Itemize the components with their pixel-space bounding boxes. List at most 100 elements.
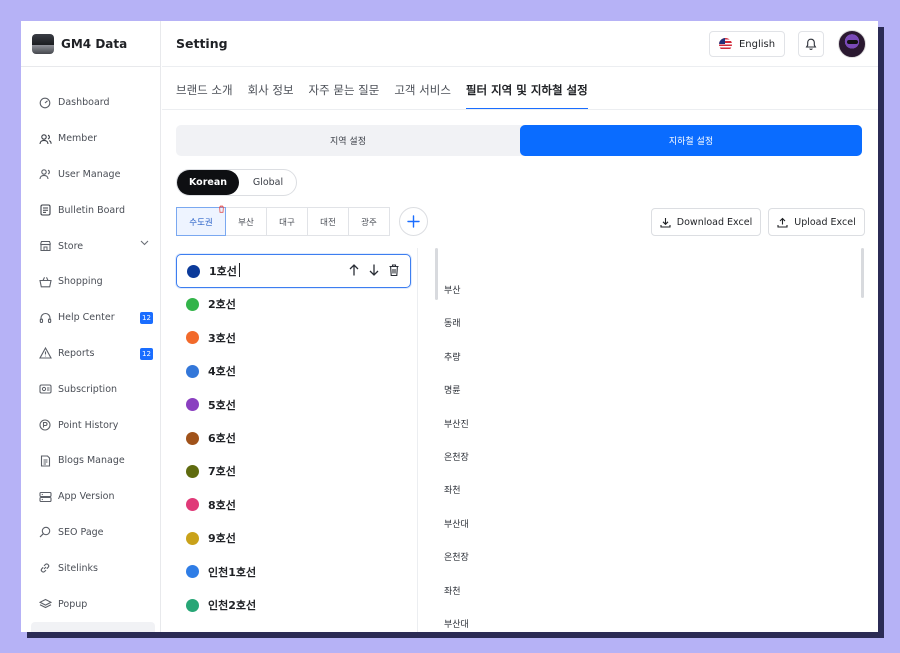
stations-scrollbar[interactable] (861, 248, 864, 298)
sidebar-item-member[interactable]: Member (31, 121, 155, 157)
city-tabs: 수도권 부산 대구 대전 광주 (176, 205, 390, 236)
station-item[interactable]: 좌천 (444, 584, 461, 597)
subway-line-item[interactable]: 7호선 (176, 454, 411, 488)
city-tab[interactable]: 광주 (348, 207, 390, 236)
city-tab-label: 대전 (320, 217, 336, 228)
sidebar-item-label: Subscription (58, 383, 118, 395)
upload-excel-button[interactable]: Upload Excel (768, 208, 865, 236)
sidebar-item-label: App Version (58, 491, 115, 503)
city-tab[interactable]: 대전 (307, 207, 349, 236)
toggle-global[interactable]: Global (239, 170, 297, 195)
user-avatar[interactable] (838, 30, 866, 58)
subway-line-item[interactable]: 4호선 (176, 354, 411, 388)
user-manage-icon (38, 167, 52, 181)
line-color-dot (186, 498, 199, 512)
settings-tabs: 브랜드 소개 회사 정보 자주 묻는 질문 고객 서비스 필터 지역 및 지하철 설정 (176, 68, 603, 110)
subway-line-item[interactable]: 9호선 (176, 521, 411, 555)
city-tab[interactable]: 대구 (266, 207, 308, 236)
sidebar-item-label: Help Center (58, 312, 115, 324)
tabs-divider (162, 109, 878, 110)
sidebar-item-bulletin-board[interactable]: Bulletin Board (31, 192, 155, 228)
dashboard-icon (38, 96, 52, 110)
sidebar-item-point-history[interactable]: Point History (31, 407, 155, 443)
tab-3[interactable]: 자주 묻는 질문 (309, 68, 380, 110)
users-icon (38, 132, 52, 146)
plus-icon (407, 215, 420, 228)
top-header: Setting English (162, 21, 878, 67)
station-item[interactable]: 부산대 (444, 617, 469, 630)
subway-line-name: 8호선 (208, 498, 236, 512)
subway-line-item[interactable]: 6호선 (176, 421, 411, 455)
segment-region-setting[interactable]: 지역 설정 (176, 125, 520, 156)
toggle-korean[interactable]: Korean (177, 170, 239, 195)
brand[interactable]: GM4 Data (32, 33, 127, 55)
sidebar-item-popup[interactable]: Popup (31, 586, 155, 622)
station-item[interactable]: 동래 (444, 316, 461, 329)
sidebar-item-seo-page[interactable]: SEO Page (31, 515, 155, 551)
language-button[interactable]: English (709, 31, 785, 57)
trash-icon[interactable] (388, 263, 400, 277)
add-city-button[interactable] (399, 207, 428, 236)
sidebar-item-store[interactable]: Store (31, 228, 155, 264)
count-badge: 12 (140, 311, 153, 324)
station-item[interactable]: 부산대 (444, 517, 469, 530)
subway-line-item[interactable]: 8호선 (176, 488, 411, 522)
subway-line-name: 9호선 (208, 532, 236, 546)
sidebar-nav: Dashboard Member User Manage Bulletin Board… (31, 85, 155, 632)
sidebar-item-label: Point History (58, 419, 119, 431)
subway-line-item[interactable]: 인천1호선 (176, 555, 411, 589)
station-item[interactable]: 온천장 (444, 550, 469, 563)
sidebar-item-label: Dashboard (58, 97, 110, 109)
city-tab[interactable]: 부산 (225, 207, 267, 236)
sidebar-item-help-center[interactable]: Help Center 12 (31, 300, 155, 336)
us-flag-icon (718, 37, 732, 51)
delete-city-icon[interactable] (218, 205, 225, 215)
sidebar-item-user-manage[interactable]: User Manage (31, 157, 155, 193)
city-tab[interactable]: 수도권 (176, 205, 226, 236)
sidebar-item-reports[interactable]: Reports 12 (31, 336, 155, 372)
tab-5[interactable]: 필터 지역 및 지하철 설정 (465, 68, 588, 110)
station-item[interactable]: 부산진 (444, 417, 469, 430)
stations-list: 부산동래추량명륜부산진온천장좌천부산대온천장좌천부산대범일 (432, 248, 862, 632)
line-color-dot (186, 565, 199, 579)
subway-line-item[interactable]: 신분당 (176, 621, 411, 632)
tab-2[interactable]: 회사 정보 (248, 68, 294, 110)
sidebar-item-shopping[interactable]: Shopping (31, 264, 155, 300)
sidebar-item-label: User Manage (58, 168, 121, 180)
subway-line-name[interactable]: 1호선 (209, 263, 240, 279)
subway-line-item[interactable]: 2호선 (176, 287, 411, 321)
warning-icon (38, 346, 52, 360)
subway-line-item[interactable]: 인천2호선 (176, 588, 411, 622)
sidebar-item-label: Shopping (58, 276, 103, 288)
tab-4[interactable]: 고객 서비스 (394, 68, 451, 110)
line-color-dot (186, 464, 199, 478)
subway-line-name: 4호선 (208, 365, 236, 379)
notification-button[interactable] (798, 31, 824, 57)
sidebar-item-blogs-manage[interactable]: Blogs Manage (31, 443, 155, 479)
store-icon (38, 239, 52, 253)
download-excel-button[interactable]: Download Excel (651, 208, 761, 236)
subway-line-name: 3호선 (208, 331, 236, 345)
station-item[interactable]: 좌천 (444, 483, 461, 496)
sidebar-item-sitelinks[interactable]: Sitelinks (31, 550, 155, 586)
station-item[interactable]: 명륜 (444, 383, 461, 396)
arrow-down-icon[interactable] (368, 263, 380, 277)
station-item[interactable]: 추량 (444, 350, 461, 363)
chevron-down-icon[interactable] (140, 239, 149, 249)
subway-line-item[interactable]: 5호선 (176, 388, 411, 422)
server-icon (38, 490, 52, 504)
basket-icon (38, 275, 52, 289)
sidebar-item-subscription[interactable]: Subscription (31, 371, 155, 407)
city-tab-label: 수도권 (189, 217, 213, 228)
subway-line-item[interactable]: 1호선 (176, 254, 411, 288)
tab-1[interactable]: 브랜드 소개 (176, 68, 233, 110)
sidebar-item-setting[interactable]: Setting (31, 621, 155, 632)
subway-editor: 1호선 2호선 3호선 4호선 5호선 6호선 7호선 8호선 9호선인천1호선인천2호선신분당… (162, 248, 878, 632)
sidebar-item-app-version[interactable]: App Version (31, 479, 155, 515)
segment-subway-setting[interactable]: 지하철 설정 (520, 125, 862, 156)
sidebar-item-dashboard[interactable]: Dashboard (31, 85, 155, 121)
subway-line-item[interactable]: 3호선 (176, 321, 411, 355)
arrow-up-icon[interactable] (348, 263, 360, 277)
station-item[interactable]: 부산 (444, 283, 461, 296)
station-item[interactable]: 온천장 (444, 450, 469, 463)
